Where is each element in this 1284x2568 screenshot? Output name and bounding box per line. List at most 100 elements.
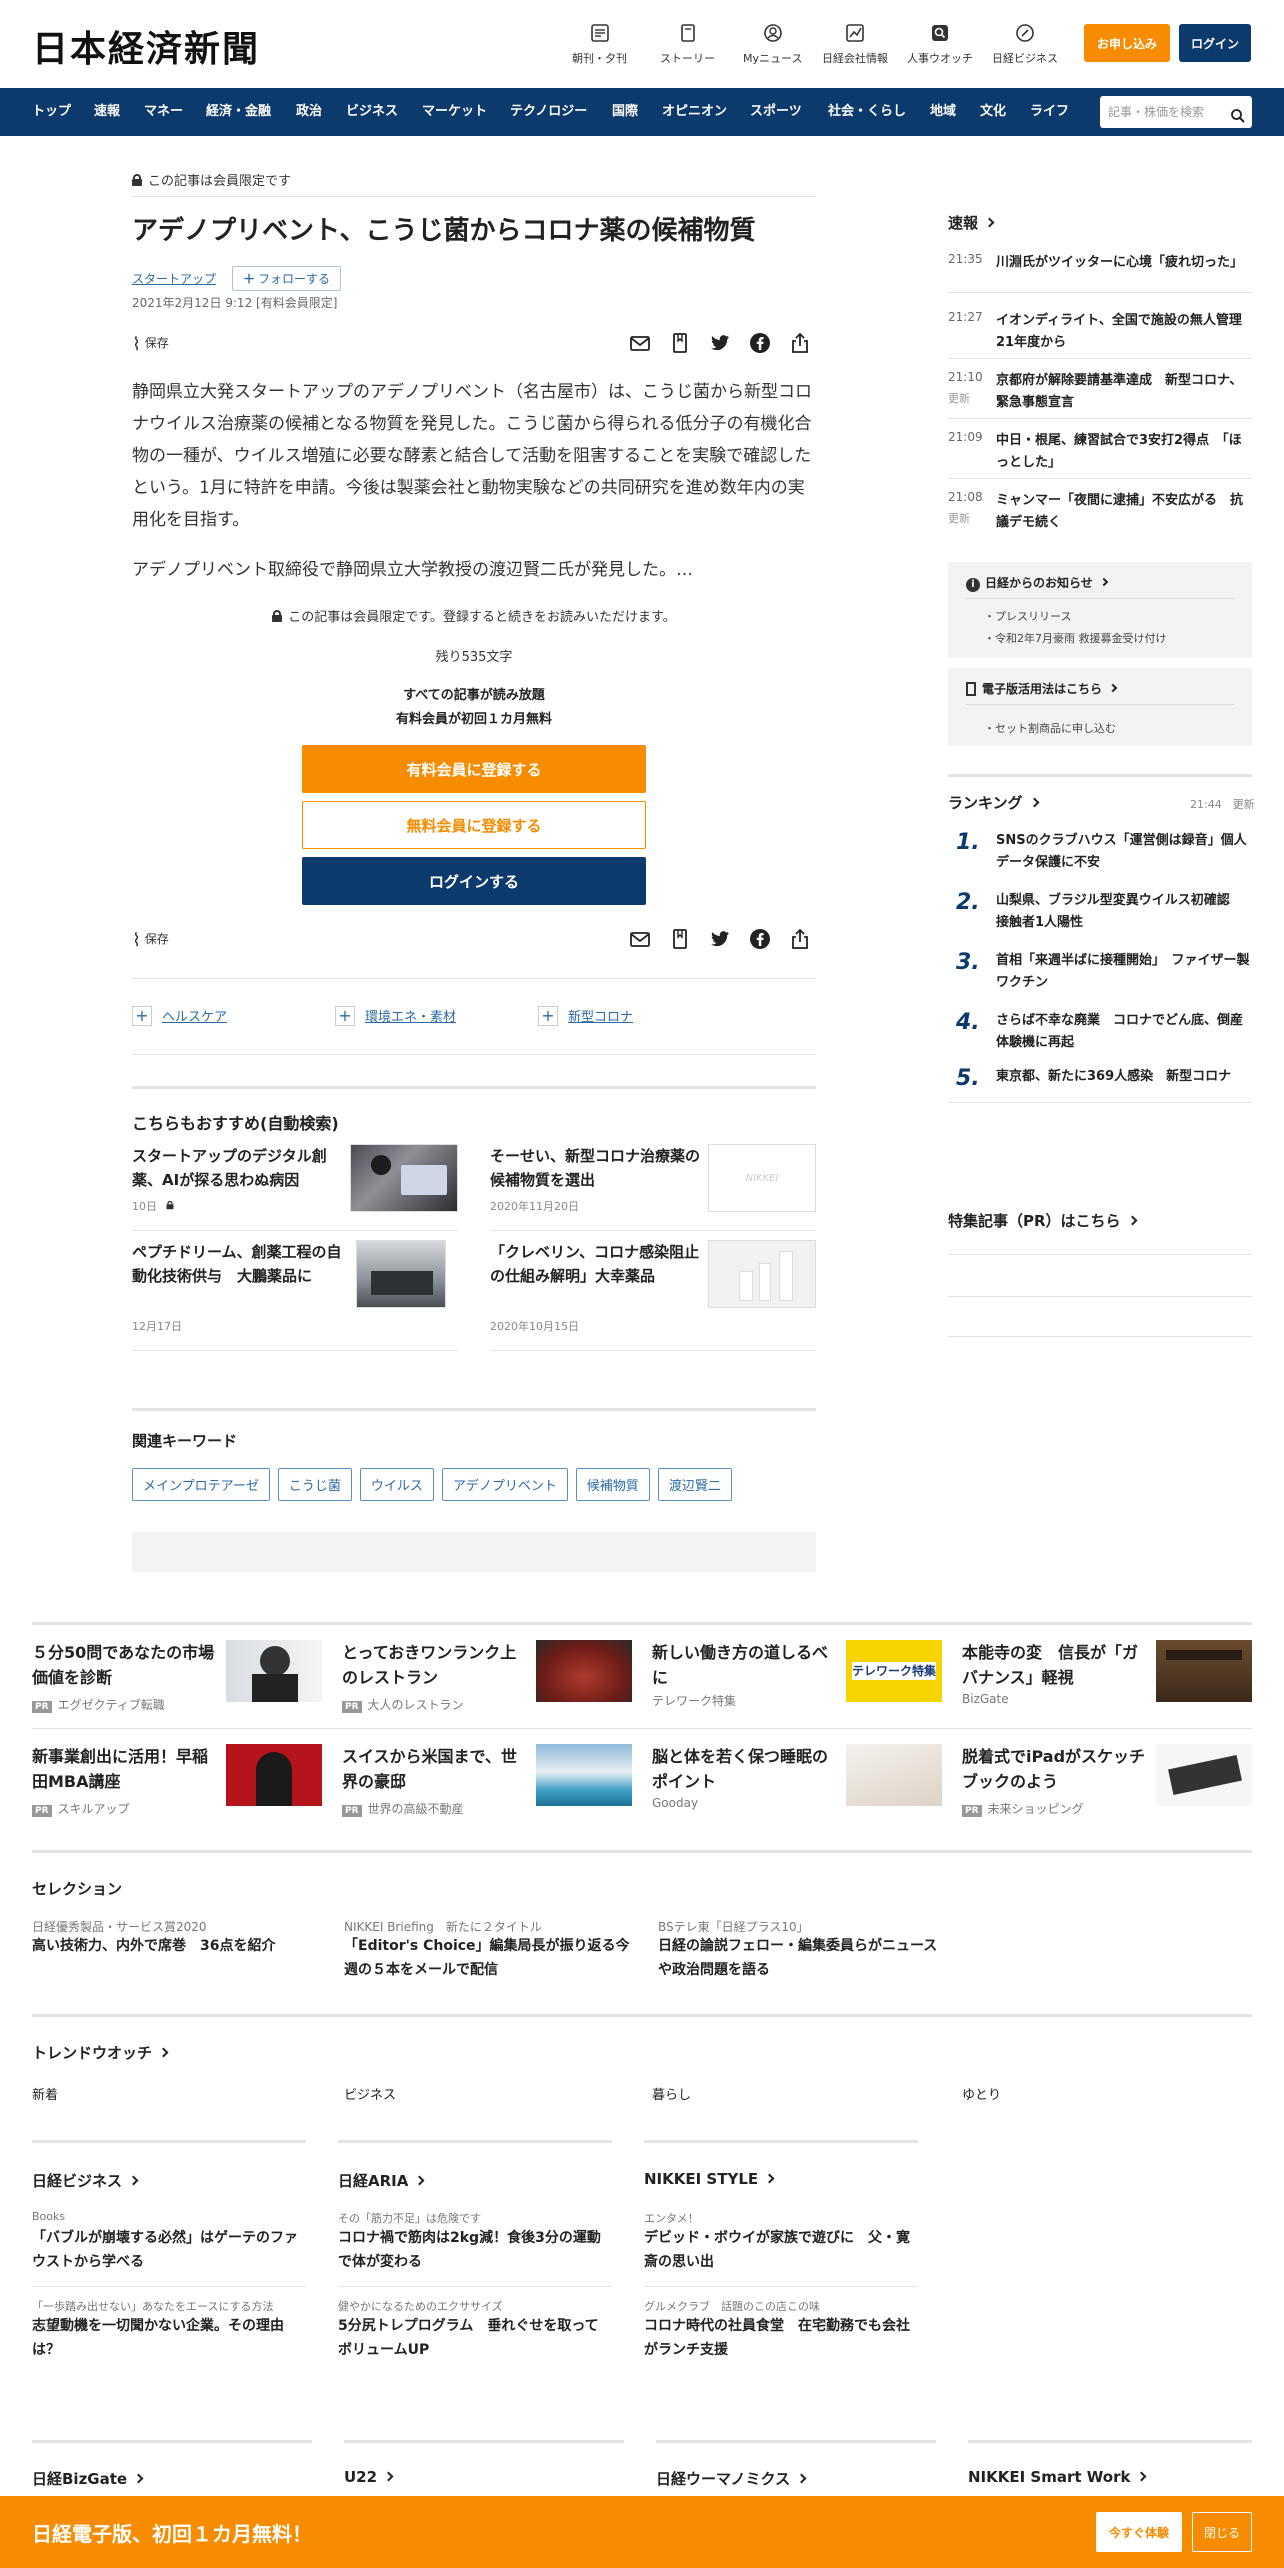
promo-item[interactable]: スイスから米国まで、世界の豪邸 PR 世界の高級不動産 [342,1744,632,1824]
apply-button[interactable]: お申し込み [1084,24,1170,62]
promo-item[interactable]: 新事業創出に活用！早稲田MBA講座 PR スキルアップ [32,1744,322,1824]
topic-covid[interactable]: + 新型コロナ [538,1006,633,1026]
selection-item[interactable]: 「Editor's Choice」編集局長が振り返る今週の５本をメールで配信 [344,1934,634,1982]
nav-item-sports[interactable]: スポーツ [750,88,802,136]
nav-item-technology[interactable]: テクノロジー [510,88,587,136]
media-item[interactable]: コロナ禍で筋肉は2kg減！食後3分の運動で体が変わる [338,2226,612,2274]
link-u22[interactable]: U22 [344,2468,394,2486]
ranking-item[interactable]: 3. 首相「来週半ばに接種開始」 ファイザー製ワクチン [948,950,1252,994]
breaking-news-item[interactable]: 21:09 中日・根尾、練習試合で3安打2得点 「ほっとした」 [948,430,1252,478]
trend-tab-leisure[interactable]: ゆとり [962,2084,1001,2103]
selection-item[interactable]: 日経の論説フェロー・編集委員らがニュースや政治問題を語る [658,1934,948,1982]
keyword-tag[interactable]: メインプロテアーゼ [132,1468,270,1501]
twitter-icon[interactable] [709,928,731,950]
share-icon[interactable] [789,928,811,950]
nav-story[interactable]: ストーリー [660,22,715,66]
rec-thumb-2[interactable]: NIKKEI [708,1144,816,1212]
nav-item-breaking[interactable]: 速報 [94,88,120,136]
register-free-button[interactable]: 無料会員に登録する [302,801,646,849]
article-tag[interactable]: スタートアップ [132,270,216,287]
media-title-aria[interactable]: 日経ARIA [338,2170,425,2191]
promo-item[interactable]: とっておきワンランク上のレストラン PR 大人のレストラン [342,1640,632,1720]
media-title-style[interactable]: NIKKEI STYLE [644,2170,775,2188]
promo-item[interactable]: 新しい働き方の道しるべに テレワーク特集 テレワーク特集 [652,1640,942,1720]
breaking-news-item[interactable]: 21:35 川淵氏がツイッターに心境「疲れ切った」 [948,252,1252,292]
media-item[interactable]: デビッド・ボウイが家族で遊びに 父・寛斎の思い出 [644,2226,918,2274]
trend-tab-business[interactable]: ビジネス [344,2084,396,2103]
trend-tab-living[interactable]: 暮らし [652,2084,691,2103]
notice-title[interactable]: i 日経からのお知らせ [966,574,1109,592]
article-login-button[interactable]: ログインする [302,857,646,905]
trend-tab-new[interactable]: 新着 [32,2084,58,2103]
facebook-icon[interactable] [749,332,771,354]
promo-item[interactable]: 脱着式でiPadがスケッチブックのよう PR 未来ショッピング [962,1744,1252,1824]
media-item[interactable]: コロナ時代の社員食堂 在宅勤務でも会社がランチ支援 [644,2314,918,2362]
keyword-tag[interactable]: こうじ菌 [277,1468,352,1501]
rec-item-2[interactable]: そーせい、新型コロナ治療薬の候補物質を選出 [490,1144,700,1192]
site-logo[interactable]: 日本経済新聞 [32,20,260,72]
nav-item-market[interactable]: マーケット [422,88,487,136]
media-item[interactable]: 5分尻トレプログラム 垂れぐせを取ってボリュームUP [338,2314,612,2362]
selection-item[interactable]: 高い技術力、内外で席巻 36点を紹介 [32,1934,322,1958]
rec-thumb-4[interactable] [708,1240,816,1308]
trend-title[interactable]: トレンドウオッチ [32,2042,169,2063]
rec-thumb-3[interactable] [356,1240,446,1308]
nav-item-money[interactable]: マネー [144,88,183,136]
nav-item-politics[interactable]: 政治 [296,88,322,136]
ranking-title[interactable]: ランキング [948,792,1040,813]
ranking-item[interactable]: 2. 山梨県、ブラジル型変異ウイルス初確認 接触者1人陽性 [948,890,1252,934]
nav-personnel-watch[interactable]: 人事ウオッチ [907,22,973,66]
register-paid-button[interactable]: 有料会員に登録する [302,745,646,793]
promo-item[interactable]: ５分50問であなたの市場価値を診断 PR エグゼクティブ転職 [32,1640,322,1720]
search-input[interactable]: 記事・株価を検索 [1100,96,1252,128]
notice-item[interactable]: ・プレスリリース [984,608,1071,624]
notice-item[interactable]: ・令和2年7月豪雨 救援募金受け付け [984,630,1167,646]
sokuho-title[interactable]: 速報 [948,212,995,233]
bookmark-icon[interactable] [669,332,691,354]
breaking-news-item[interactable]: 21:27 イオンディライト、全国で施設の無人管理 21年度から [948,310,1255,358]
nav-item-region[interactable]: 地域 [930,88,956,136]
save-button[interactable]: ⌇ 保存 [132,334,169,355]
keyword-tag[interactable]: ウイルス [359,1468,434,1501]
search-icon[interactable] [1230,104,1246,136]
topic-healthcare[interactable]: + ヘルスケア [132,1006,227,1026]
guide-title[interactable]: 電子版活用法はこちら [966,680,1118,697]
media-item[interactable]: 志望動機を一切聞かない企業。その理由は？ [32,2314,306,2362]
keyword-tag[interactable]: 候補物質 [575,1468,650,1501]
nav-item-culture[interactable]: 文化 [980,88,1006,136]
bookmark-icon[interactable] [669,928,691,950]
pr-features-title[interactable]: 特集記事（PR）はこちら [948,1210,1137,1231]
try-now-button[interactable]: 今すぐ体験 [1096,2512,1182,2552]
keyword-tag[interactable]: アデノプリベント [441,1468,568,1501]
rec-item-4[interactable]: 「クレベリン、コロナ感染阻止の仕組み解明」大幸薬品 [490,1240,700,1288]
nav-item-business[interactable]: ビジネス [346,88,398,136]
close-banner-button[interactable]: 閉じる [1192,2512,1252,2552]
breaking-news-item[interactable]: 21:10 更新 京都府が解除要請基準達成 新型コロナ、緊急事態宣言 [948,370,1252,418]
link-smart-work[interactable]: NIKKEI Smart Work [968,2468,1147,2486]
ranking-item[interactable]: 5. 東京都、新たに369人感染 新型コロナ [948,1066,1252,1096]
follow-button[interactable]: ＋フォローする [232,266,342,291]
link-bizgate[interactable]: 日経BizGate [32,2468,144,2489]
nav-my-news[interactable]: Myニュース [743,22,802,66]
media-title-nikkei-business[interactable]: 日経ビジネス [32,2170,139,2191]
facebook-icon[interactable] [749,928,771,950]
rec-item-3[interactable]: ペプチドリーム、創薬工程の自動化技術供与 大鵬薬品に [132,1240,342,1288]
nav-item-life[interactable]: ライフ [1030,88,1069,136]
rec-item-1[interactable]: スタートアップのデジタル創薬、AIが探る思わぬ病因 [132,1144,342,1192]
guide-item[interactable]: ・セット割商品に申し込む [984,720,1116,736]
mail-icon[interactable] [629,928,651,950]
nav-company-info[interactable]: 日経会社情報 [822,22,888,66]
mail-icon[interactable] [629,332,651,354]
media-item[interactable]: 「バブルが崩壊する必然」はゲーテのファウストから学べる [32,2226,306,2274]
topic-energy-materials[interactable]: + 環境エネ・素材 [335,1006,456,1026]
keyword-tag[interactable]: 渡辺賢二 [657,1468,732,1501]
header-login-button[interactable]: ログイン [1179,24,1251,62]
nav-item-top[interactable]: トップ [32,88,71,136]
twitter-icon[interactable] [709,332,731,354]
link-womenomics[interactable]: 日経ウーマノミクス [656,2468,807,2489]
nav-nikkei-business[interactable]: 日経ビジネス [992,22,1058,66]
promo-item[interactable]: 本能寺の変 信長が「ガバナンス」軽視 BizGate [962,1640,1252,1720]
save-button[interactable]: ⌇ 保存 [132,930,169,951]
promo-item[interactable]: 脳と体を若く保つ睡眠のポイント Gooday [652,1744,942,1824]
nav-item-opinion[interactable]: オピニオン [662,88,727,136]
